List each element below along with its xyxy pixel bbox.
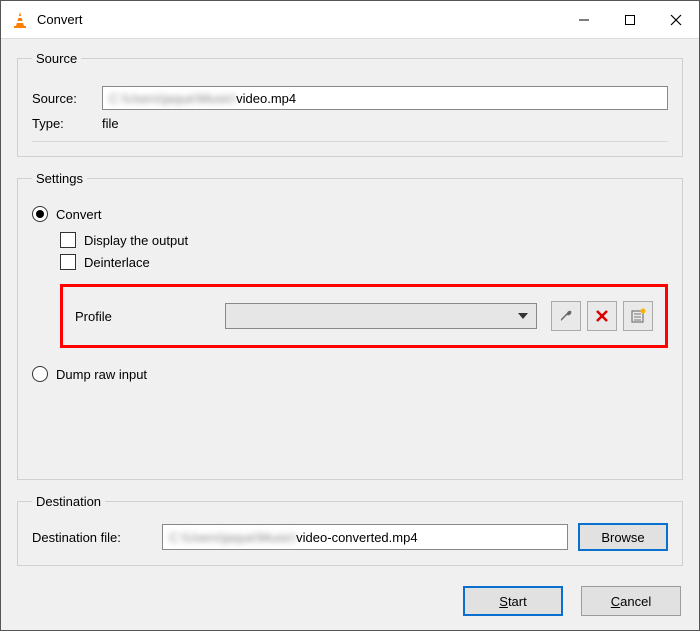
source-path-input[interactable]: C:\Users\jaque\Music\ video.mp4 [102, 86, 668, 110]
source-path-hidden: C:\Users\jaque\Music\ [109, 91, 236, 106]
source-legend: Source [32, 51, 81, 66]
browse-button-label: Browse [601, 530, 644, 545]
chevron-down-icon [518, 311, 528, 321]
profile-label: Profile [75, 309, 225, 324]
destination-path-input[interactable]: C:\Users\jaque\Music\ video-converted.mp… [162, 524, 568, 550]
convert-radio[interactable] [32, 206, 48, 222]
dialog-buttons: Start Cancel [17, 586, 683, 616]
profile-dropdown[interactable] [225, 303, 537, 329]
destination-path-hidden: C:\Users\jaque\Music\ [169, 530, 296, 545]
settings-legend: Settings [32, 171, 87, 186]
source-path-visible: video.mp4 [236, 91, 296, 106]
client-area: Source Source: C:\Users\jaque\Music\ vid… [1, 39, 699, 630]
title-left: Convert [1, 11, 561, 29]
deinterlace-label: Deinterlace [84, 255, 150, 270]
close-button[interactable] [653, 1, 699, 38]
settings-group: Settings Convert Display the output Dein… [17, 171, 683, 480]
window-buttons [561, 1, 699, 38]
source-label: Source: [32, 91, 102, 106]
wrench-icon [558, 308, 574, 324]
minimize-button[interactable] [561, 1, 607, 38]
window-title: Convert [37, 12, 83, 27]
x-icon [595, 309, 609, 323]
dump-radio-row[interactable]: Dump raw input [32, 366, 668, 382]
display-output-row[interactable]: Display the output [60, 232, 668, 248]
convert-dialog: Convert Source Source: C [0, 0, 700, 631]
deinterlace-row[interactable]: Deinterlace [60, 254, 668, 270]
convert-radio-label: Convert [56, 207, 102, 222]
destination-label: Destination file: [32, 530, 162, 545]
new-profile-button[interactable] [623, 301, 653, 331]
display-output-label: Display the output [84, 233, 188, 248]
delete-profile-button[interactable] [587, 301, 617, 331]
cancel-button-label: Cancel [611, 594, 651, 609]
destination-path-visible: video-converted.mp4 [296, 530, 417, 545]
titlebar: Convert [1, 1, 699, 39]
convert-radio-row[interactable]: Convert [32, 206, 668, 222]
maximize-button[interactable] [607, 1, 653, 38]
type-label: Type: [32, 116, 102, 131]
display-output-checkbox[interactable] [60, 232, 76, 248]
browse-button[interactable]: Browse [578, 523, 668, 551]
source-group: Source Source: C:\Users\jaque\Music\ vid… [17, 51, 683, 157]
convert-options: Display the output Deinterlace Profile [32, 232, 668, 348]
edit-profile-button[interactable] [551, 301, 581, 331]
profile-highlight-box: Profile [60, 284, 668, 348]
start-button-label: Start [499, 594, 526, 609]
type-value: file [102, 116, 119, 131]
start-button[interactable]: Start [463, 586, 563, 616]
vlc-cone-icon [11, 11, 29, 29]
divider [32, 141, 668, 142]
new-list-icon [630, 308, 646, 324]
dump-radio-label: Dump raw input [56, 367, 147, 382]
destination-legend: Destination [32, 494, 105, 509]
cancel-button[interactable]: Cancel [581, 586, 681, 616]
deinterlace-checkbox[interactable] [60, 254, 76, 270]
destination-group: Destination Destination file: C:\Users\j… [17, 494, 683, 566]
dump-radio[interactable] [32, 366, 48, 382]
